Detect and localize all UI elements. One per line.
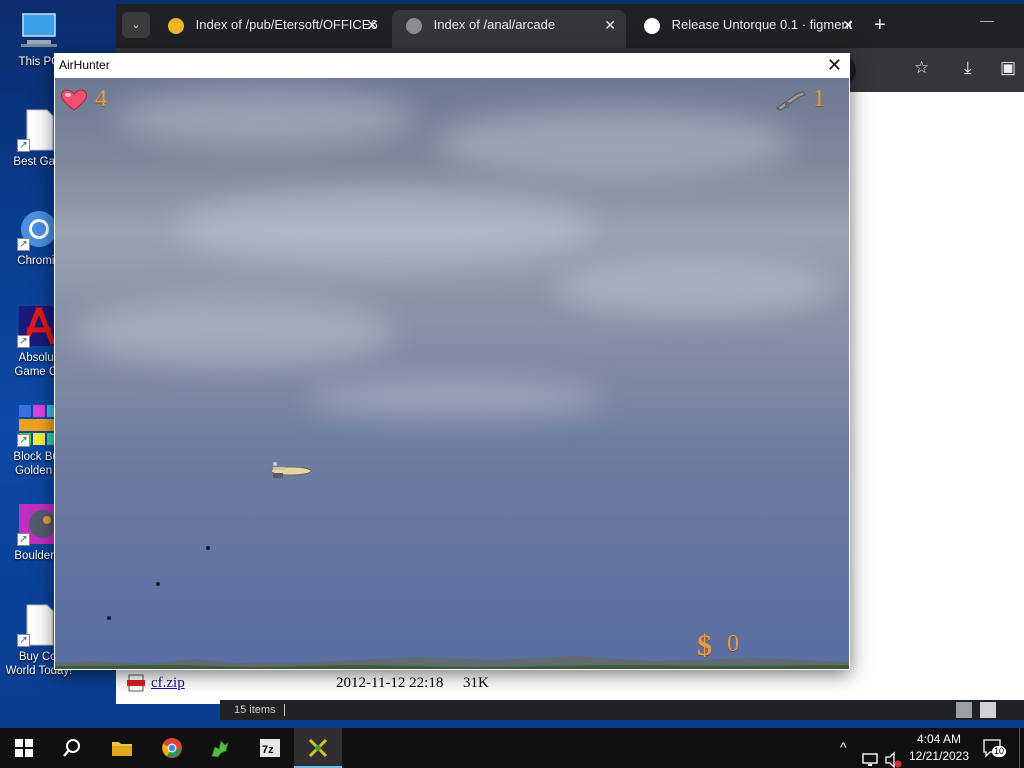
taskbar: 7z ^ 4:04 AM 12/21/2023 10 [0,728,1024,768]
tab-search-button[interactable]: ⌄ [122,12,150,38]
shortcut-arrow-icon: ↗ [17,434,30,447]
7zip-icon: 7z [260,739,280,757]
github-favicon-icon [644,17,660,34]
cloud [175,188,595,268]
search-icon [63,739,80,757]
clock-time: 4:04 AM [916,732,962,746]
notification-center-button[interactable]: 10 [982,738,1007,758]
clock-date: 12/21/2023 [908,749,970,763]
shortcut-arrow-icon: ↗ [17,139,30,152]
tab-untorque[interactable]: Release Untorque 0.1 · figment ✕ [630,10,864,48]
globe-favicon-icon [406,17,422,34]
system-clock[interactable]: 4:04 AM 12/21/2023 [902,731,976,765]
cloud [435,108,795,178]
shortcut-arrow-icon: ↗ [17,634,30,647]
enemy-bird [107,616,111,620]
heart-icon [60,89,88,111]
game-window-title: AirHunter [59,58,110,72]
file-size: 31K [463,675,489,691]
minimize-icon[interactable]: — [980,12,994,28]
file-date: 2012-11-12 22:18 [336,675,444,691]
thumbnail-view-icon[interactable] [980,702,996,718]
cloud [555,258,835,318]
status-separator [283,704,285,717]
close-icon[interactable]: ✕ [366,10,378,40]
details-view-icon[interactable] [956,702,972,718]
archive-file-icon [127,674,145,692]
enemy-bird [206,546,210,550]
download-icon[interactable]: ⤓ [964,58,972,78]
ground-hills [55,656,849,669]
status-bar: 15 items [220,700,1024,720]
item-count: 15 items [234,704,276,716]
start-button[interactable] [0,728,48,768]
cloud [305,378,605,418]
taskbar-airhunter[interactable] [294,728,342,768]
ammo-count: 1 [813,86,825,112]
game-titlebar: AirHunter ✕ [54,53,850,78]
cloud [75,298,395,368]
enemy-bird [156,582,160,586]
show-desktop-button[interactable] [1019,728,1024,768]
new-tab-button[interactable]: + [874,12,886,38]
this-pc-icon [17,8,61,52]
tab-title: Release Untorque 0.1 · figment [671,17,853,32]
lives-count: 4 [95,86,107,112]
tab-arcade[interactable]: Index of /anal/arcade ✕ [392,10,626,48]
player-plane [270,462,312,478]
network-icon[interactable] [862,740,880,768]
rifle-icon [776,91,806,111]
elephant-favicon-icon [168,17,184,34]
taskbar-file-explorer[interactable] [98,728,146,768]
tab-title: Index of /pub/Etersoft/OFFICE6 [195,17,378,32]
dragon-icon [211,740,229,758]
cloud [115,88,415,148]
chrome-icon [162,738,182,758]
close-icon[interactable]: ✕ [842,10,854,40]
taskbar-7zip[interactable]: 7z [246,728,294,768]
chevron-up-icon[interactable]: ^ [840,739,847,768]
taskbar-chrome[interactable] [148,728,196,768]
shortcut-arrow-icon: ↗ [17,533,30,546]
game-window: AirHunter ✕ 4 1 $ 0 [54,53,850,670]
side-panel-icon[interactable]: ▣ [1000,58,1016,78]
notification-count-badge: 10 [992,746,1007,757]
airhunter-icon [308,738,328,758]
taskbar-dragon-app[interactable] [196,728,244,768]
shortcut-arrow-icon: ↗ [17,238,30,251]
windows-logo-icon [15,739,33,757]
bookmark-star-icon[interactable]: ☆ [914,58,929,78]
tab-title: Index of /anal/arcade [433,17,556,32]
file-link[interactable]: cf.zip [151,675,185,692]
shortcut-arrow-icon: ↗ [17,335,30,348]
listing-row: cf.zip 2012-11-12 22:18 31K [116,672,1024,696]
close-icon[interactable]: ✕ [604,10,616,40]
close-icon[interactable]: ✕ [827,53,842,78]
tab-etersoft[interactable]: Index of /pub/Etersoft/OFFICE6 ✕ [154,10,388,48]
folder-icon [112,742,132,756]
volume-muted-icon[interactable] [884,740,902,768]
svg-text:7z: 7z [262,744,274,756]
search-button[interactable] [48,728,96,768]
tab-strip: ⌄ Index of /pub/Etersoft/OFFICE6 ✕ Index… [116,4,1024,48]
game-canvas[interactable]: 4 1 $ 0 [55,78,849,669]
